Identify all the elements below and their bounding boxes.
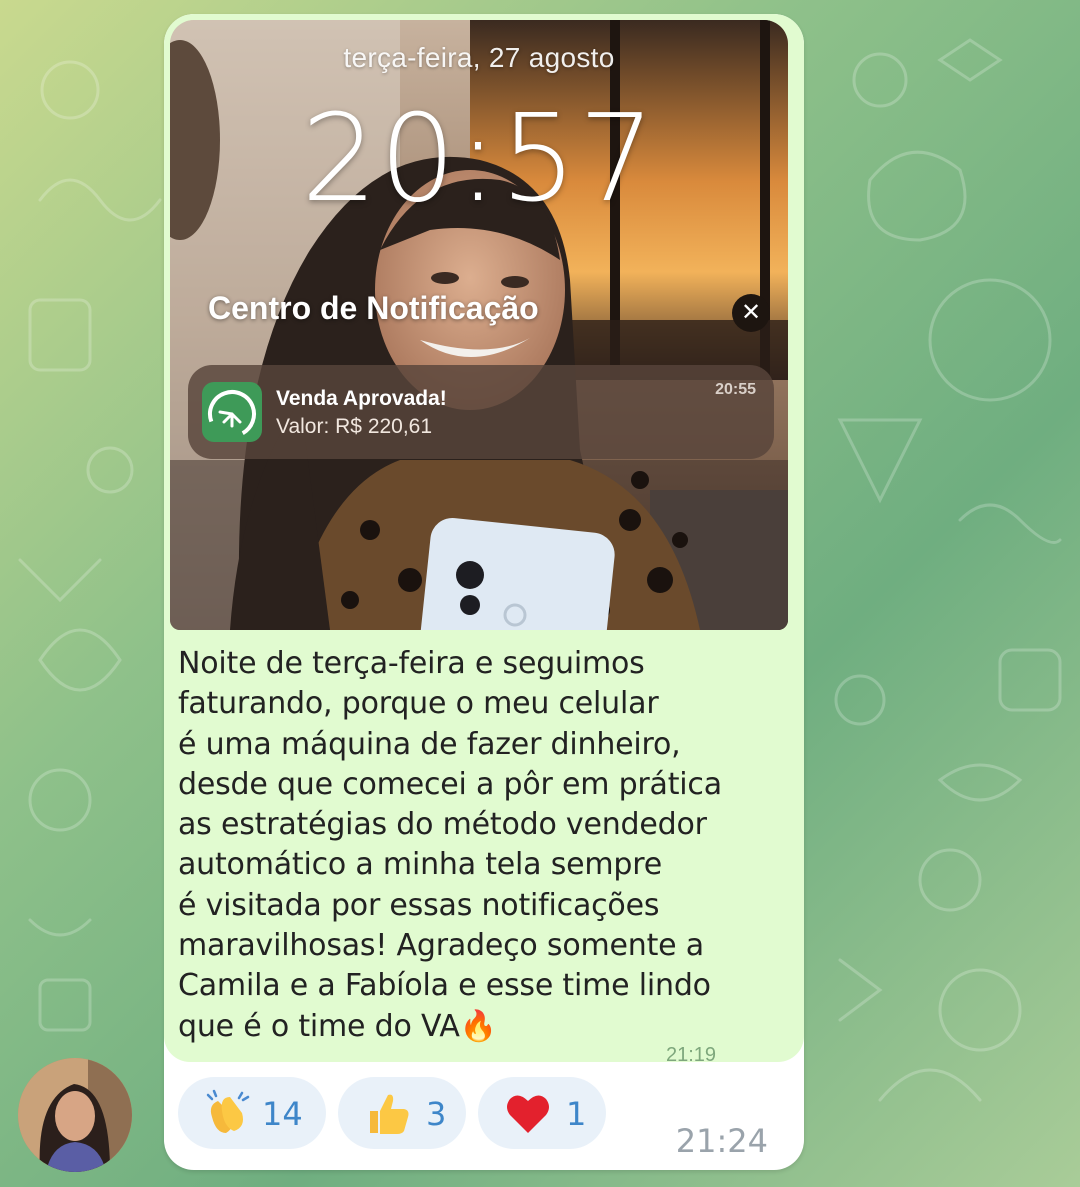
- lime-slice-icon: [202, 382, 262, 442]
- avatar[interactable]: [18, 1058, 132, 1172]
- notification-body: Valor: R$ 220,61: [276, 415, 433, 438]
- message-bubble[interactable]: terça-feira, 27 agosto 20:57 Centro de N…: [164, 14, 804, 1170]
- notification-screenshot[interactable]: terça-feira, 27 agosto 20:57 Centro de N…: [170, 20, 788, 630]
- message-line: é visitada por essas notificações: [178, 887, 660, 923]
- message-line-last: que é o time do VA🔥: [178, 1007, 778, 1047]
- message-line: faturando, porque o meu celular: [178, 686, 659, 722]
- reaction-count: 14: [262, 1095, 303, 1133]
- close-icon: ✕: [732, 294, 770, 332]
- message-line: Camila e a Fabíola e esse time lindo: [178, 968, 711, 1004]
- message-content: terça-feira, 27 agosto 20:57 Centro de N…: [164, 14, 804, 1062]
- message-line: que é o time do VA: [178, 1008, 460, 1044]
- red-heart-icon: [507, 1095, 549, 1133]
- message-line: Noite de terça-feira e seguimos: [178, 646, 645, 681]
- notification-time: 20:55: [715, 381, 756, 398]
- reaction-count: 3: [426, 1095, 447, 1133]
- fire-emoji: 🔥: [459, 1008, 497, 1044]
- lockscreen-date: terça-feira, 27 agosto: [343, 42, 615, 73]
- sale-notification: Venda Aprovada! Valor: R$ 220,61 20:55: [188, 365, 774, 459]
- message-line: as estratégias do método vendedor: [178, 807, 707, 843]
- reaction-heart[interactable]: 1: [478, 1077, 606, 1149]
- message-line: é uma máquina de fazer dinheiro,: [178, 726, 681, 762]
- message-text: Noite de terça-feira e seguimos faturand…: [178, 644, 778, 1047]
- message-time: 21:24: [675, 1122, 768, 1160]
- message-line: desde que comecei a pôr em prática: [178, 766, 722, 802]
- clapping-hands-icon: [206, 1089, 250, 1133]
- message-line: automático a minha tela sempre: [178, 847, 662, 883]
- reaction-clap[interactable]: 14: [178, 1077, 326, 1149]
- notification-center-title: Centro de Notificação: [208, 290, 539, 326]
- lockscreen-clock: 20:57: [301, 90, 657, 229]
- reaction-count: 1: [566, 1095, 587, 1133]
- message-line: maravilhosas! Agradeço somente a: [178, 928, 704, 964]
- notification-title: Venda Aprovada!: [276, 387, 447, 410]
- inner-message-time: 21:19: [666, 1044, 717, 1062]
- thumbs-up-icon: [370, 1094, 409, 1134]
- reaction-thumbs-up[interactable]: 3: [338, 1077, 466, 1149]
